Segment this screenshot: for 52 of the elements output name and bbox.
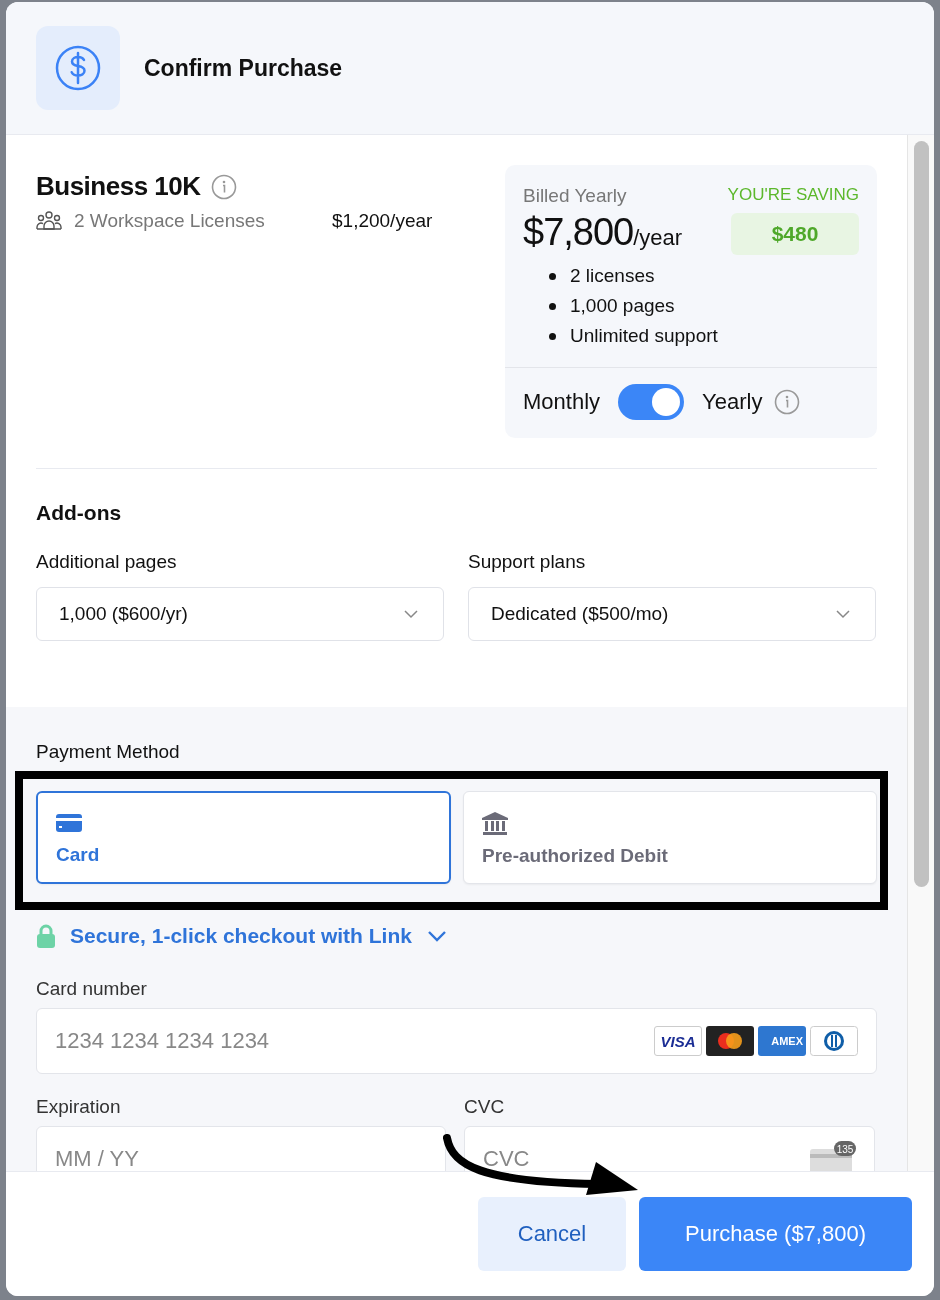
payment-method-tab[interactable]: Card xyxy=(36,791,451,884)
cvc-input[interactable]: CVC xyxy=(483,1146,810,1171)
billing-toggle[interactable] xyxy=(618,384,685,420)
billing-label: Billed Yearly xyxy=(523,185,628,207)
credit-card-icon xyxy=(56,813,82,833)
bank-icon xyxy=(482,812,508,836)
total-price: $7,800 xyxy=(523,211,634,254)
bullet-icon xyxy=(549,302,556,310)
field-label: Additional pages xyxy=(36,551,178,573)
dropdown-field[interactable]: 1,000 ($600/yr) xyxy=(36,587,444,641)
chevron-down-icon[interactable] xyxy=(425,929,448,943)
field-label: Support plans xyxy=(468,551,587,573)
expiration-field[interactable]: MM / YY xyxy=(36,1126,446,1171)
purchase-button[interactable]: Purchase ($7,800) xyxy=(639,1197,912,1271)
chevron-down-icon[interactable] xyxy=(403,609,419,619)
card-brand-logo: VISA xyxy=(654,1026,702,1056)
field-label: CVC xyxy=(464,1096,506,1118)
plan-price: $1,200/year xyxy=(332,210,433,232)
dialog-title: Confirm Purchase xyxy=(144,54,343,82)
feature-item: Unlimited support xyxy=(570,325,718,347)
field-label: Card number xyxy=(36,978,148,1000)
dropdown-field[interactable]: Dedicated ($500/mo) xyxy=(468,587,876,641)
card-brand-logo xyxy=(706,1026,754,1056)
info-icon[interactable] xyxy=(210,173,237,200)
feature-item: 1,000 pages xyxy=(570,295,675,317)
feature-item: 2 licenses xyxy=(570,265,655,287)
saving-label: YOU'RE SAVING xyxy=(727,185,859,205)
bullet-icon xyxy=(549,272,556,280)
toggle-label: Monthly xyxy=(523,389,601,415)
link-checkout-toggle[interactable]: Secure, 1-click checkout with Link xyxy=(70,924,412,948)
dollar-icon xyxy=(36,26,120,110)
card-number-input[interactable]: 1234 1234 1234 1234 xyxy=(55,1028,654,1054)
lock-icon xyxy=(36,924,56,948)
plan-name: Business 10K xyxy=(36,171,201,202)
section-title: Payment Method xyxy=(36,741,181,763)
cancel-button[interactable]: Cancel xyxy=(478,1197,626,1271)
card-brand-logo xyxy=(810,1026,858,1056)
cvc-field[interactable]: CVC 135 xyxy=(464,1126,875,1171)
card-brand-logo: AMEX xyxy=(758,1026,806,1056)
card-number-field[interactable]: 1234 1234 1234 1234 VISA AMEX xyxy=(36,1008,877,1074)
info-icon[interactable] xyxy=(774,389,801,415)
toggle-label: Yearly xyxy=(702,389,763,415)
payment-method-tab[interactable]: Pre-authorized Debit xyxy=(463,791,877,884)
people-icon xyxy=(36,211,62,231)
chevron-down-icon[interactable] xyxy=(835,609,851,619)
price-period: /year xyxy=(633,225,683,251)
saving-amount: $480 xyxy=(731,213,859,255)
section-title: Add-ons xyxy=(36,501,123,525)
license-count: 2 Workspace Licenses xyxy=(74,210,266,232)
field-label: Expiration xyxy=(36,1096,122,1118)
bullet-icon xyxy=(549,332,556,340)
scrollbar-thumb[interactable] xyxy=(914,141,929,887)
